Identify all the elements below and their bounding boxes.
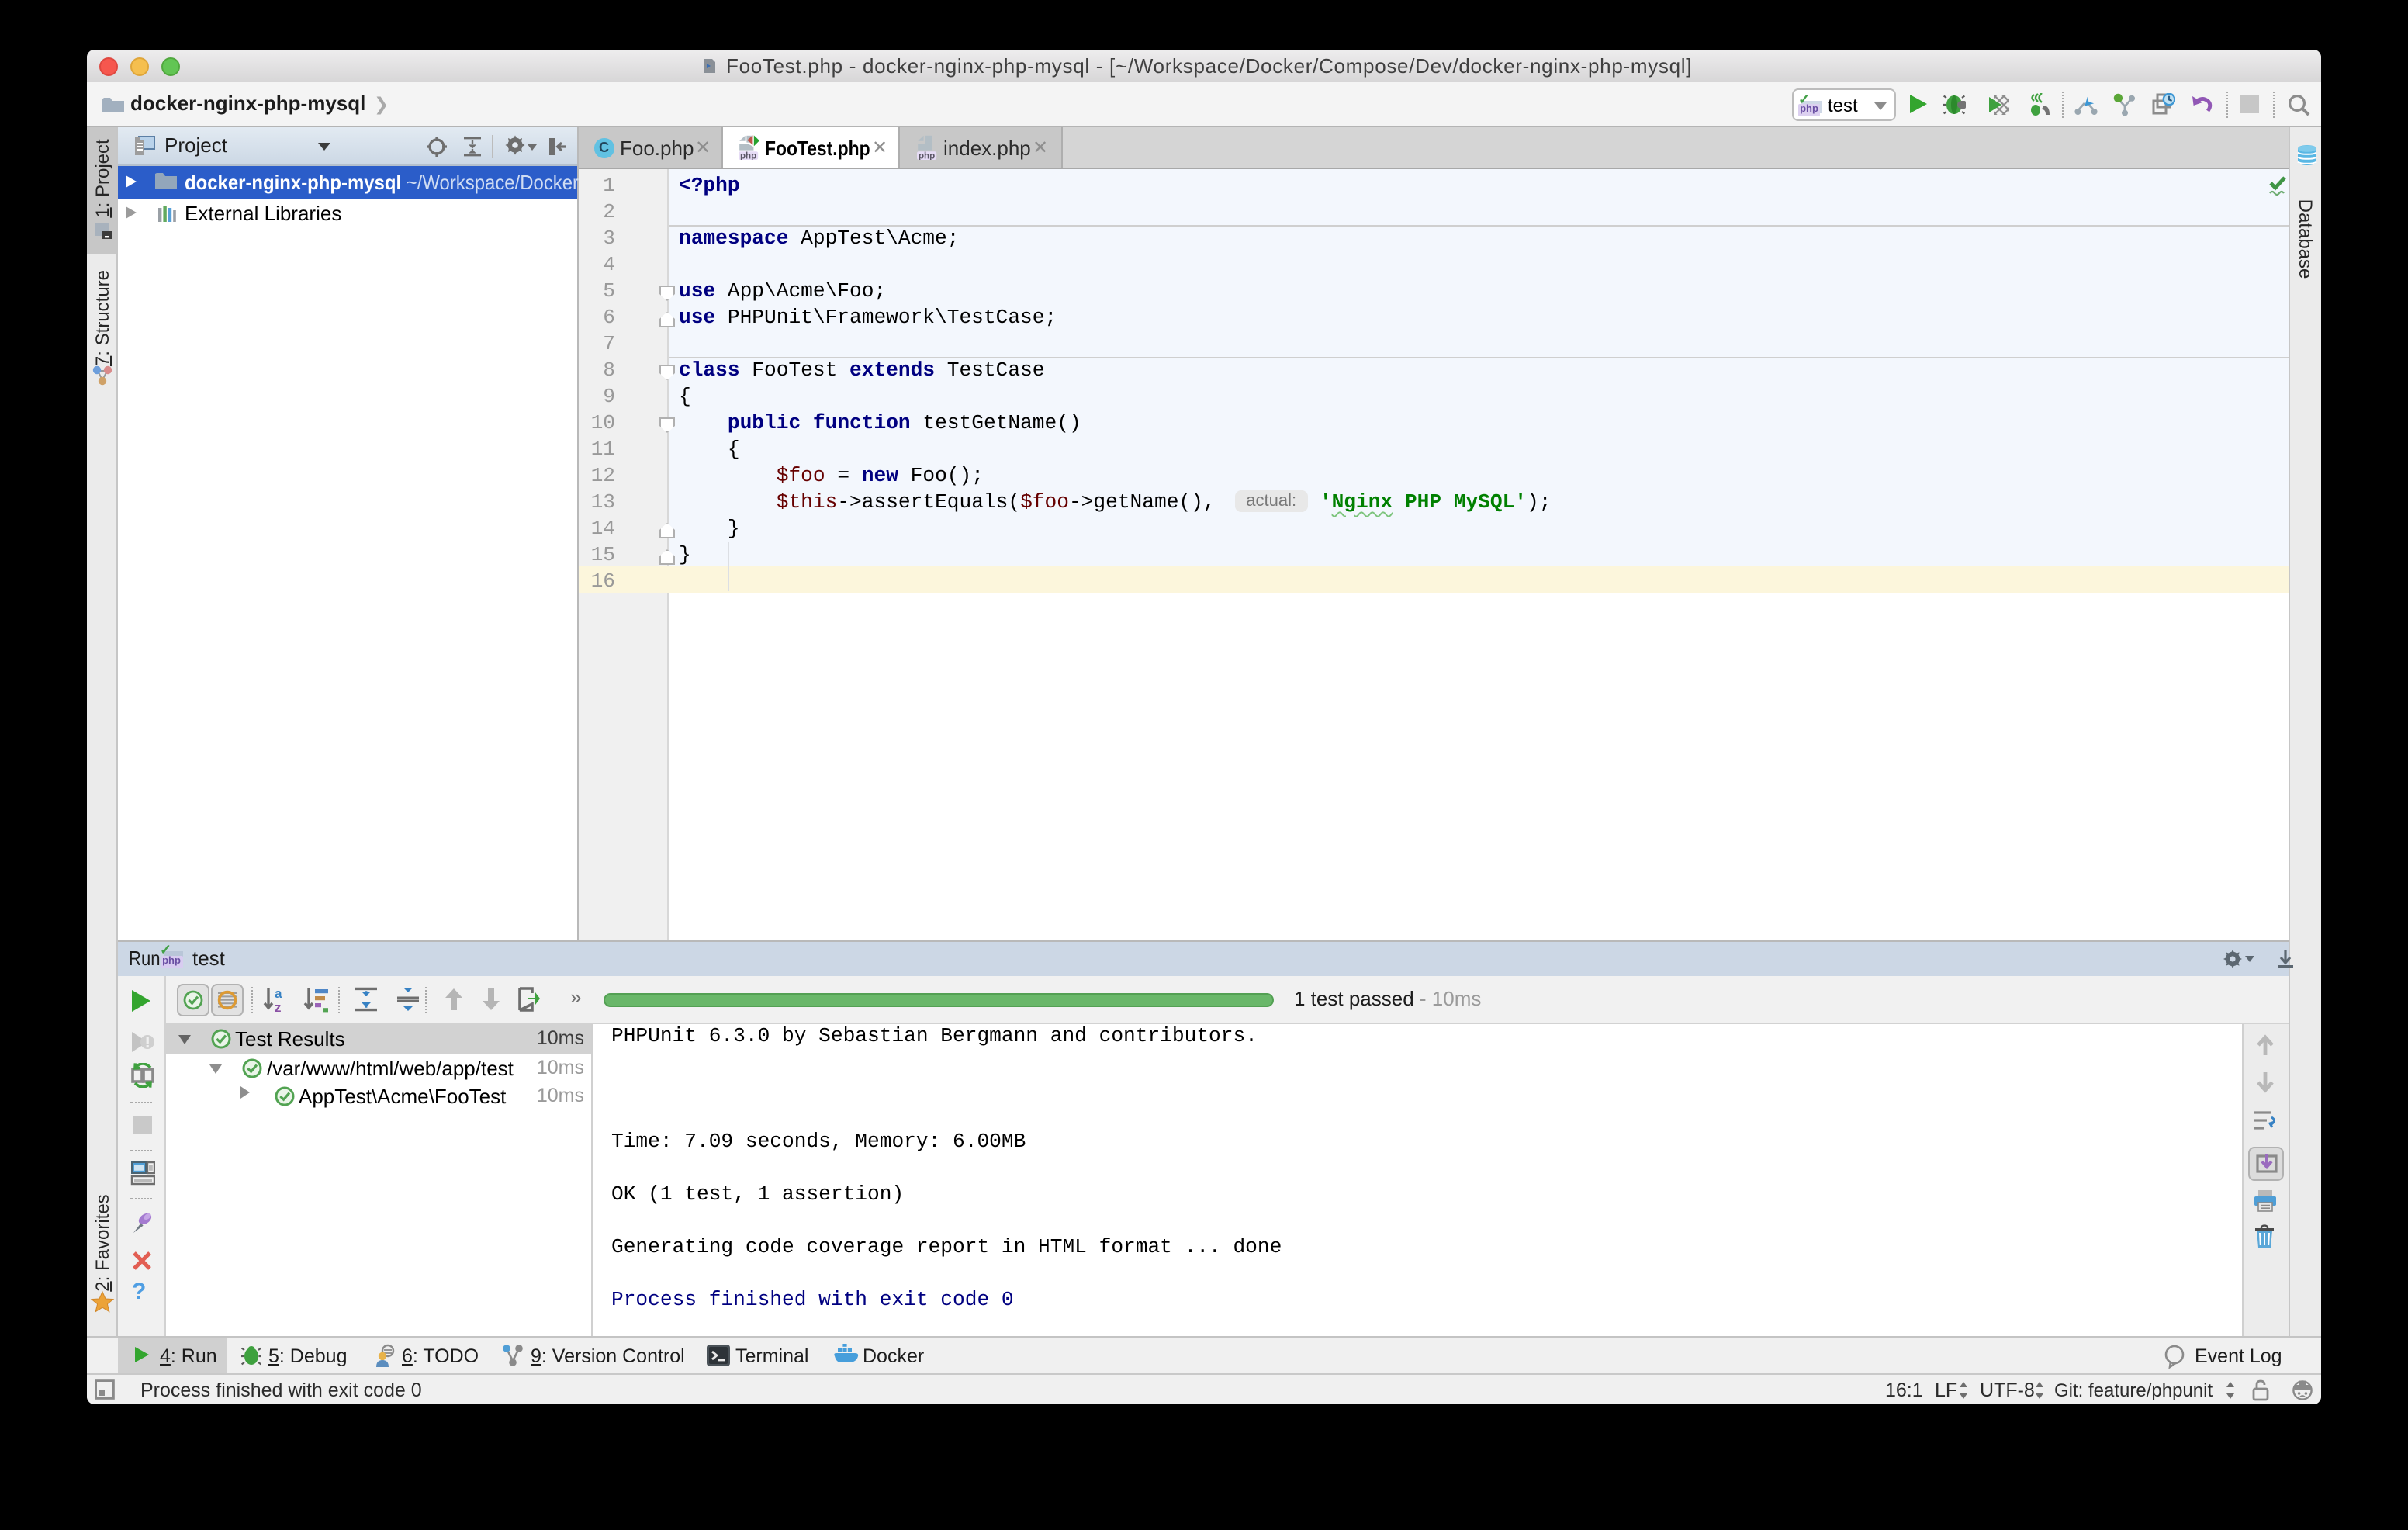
svg-text:z: z [274, 1000, 281, 1013]
svg-text:a: a [274, 987, 282, 1001]
svg-text:php: php [739, 151, 756, 160]
svg-text:php: php [918, 151, 934, 160]
